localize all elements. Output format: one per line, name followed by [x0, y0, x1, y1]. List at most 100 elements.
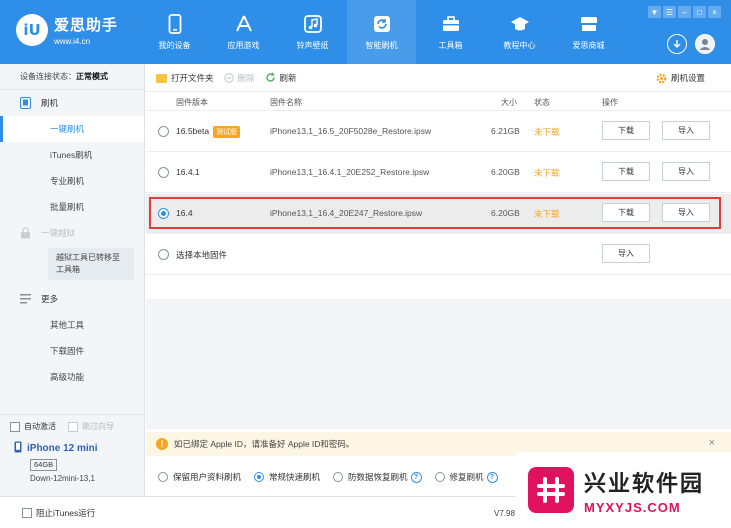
help-icon[interactable]: ?	[486, 471, 498, 483]
table-row[interactable]: 16.4.1 iPhone13,1_16.4.1_20E252_Restore.…	[146, 153, 731, 193]
download-button[interactable]: 下载	[602, 121, 650, 140]
refresh-icon	[265, 72, 276, 83]
table-row-selected[interactable]: 16.4 iPhone13,1_16.4_20E247_Restore.ipsw…	[146, 194, 731, 234]
nav-smart-flash[interactable]: 智能刷机	[347, 0, 416, 64]
close-icon[interactable]: ×	[709, 437, 715, 449]
table-row-local[interactable]: 选择本地固件 导入	[146, 235, 731, 275]
firmware-size: 6.20GB	[491, 167, 520, 177]
device-info: iPhone 12 mini 64GB Down-12mini-13,1	[0, 440, 145, 483]
device-phone-icon	[14, 441, 22, 456]
nav-label: 我的设备	[158, 40, 191, 50]
watermark: 兴业软件园 MYXYJS.COM	[516, 452, 731, 528]
table-header: 固件版本 固件名称 大小 状态 操作	[146, 93, 731, 111]
import-button[interactable]: 导入	[662, 203, 710, 222]
sidebar-item-pro-flash[interactable]: 专业刷机	[0, 168, 144, 194]
jailbreak-note: 越狱工具已转移至工具箱	[48, 248, 134, 280]
store-icon	[579, 14, 599, 34]
dropdown-button[interactable]: ▼	[648, 6, 661, 18]
sidebar-item-one-click-flash[interactable]: 一键刷机	[0, 116, 144, 142]
download-icon[interactable]	[667, 34, 687, 54]
nav-ringtones[interactable]: 铃声壁纸	[278, 0, 347, 64]
lock-icon	[20, 227, 31, 239]
close-button[interactable]: ×	[708, 6, 721, 18]
sidebar-item-itunes-flash[interactable]: iTunes刷机	[0, 142, 144, 168]
music-icon	[303, 14, 323, 34]
sidebar-item-download-firmware[interactable]: 下载固件	[0, 338, 144, 364]
menu-button[interactable]: ☰	[663, 6, 676, 18]
apps-icon	[234, 14, 254, 34]
watermark-logo	[528, 467, 574, 513]
flash-settings-button[interactable]: 刷机设置	[656, 72, 705, 84]
sidebar-item-batch-flash[interactable]: 批量刷机	[0, 194, 144, 220]
status-value: 正常模式	[76, 72, 108, 81]
table-row[interactable]: 16.5beta 测试版 iPhone13,1_16.5_20F5028e_Res…	[146, 112, 731, 152]
phone-icon	[165, 13, 185, 34]
sidebar: 设备连接状态：正常模式 刷机 一键刷机 iTunes刷机 专业刷机 批量刷机 一…	[0, 64, 145, 528]
menu-lines-icon	[20, 293, 31, 305]
sidebar-group-flash[interactable]: 刷机	[0, 90, 144, 116]
nav-label: 爱思商城	[572, 40, 605, 50]
folder-icon	[156, 73, 167, 83]
nav-store[interactable]: 爱思商城	[554, 0, 623, 64]
app-header: iU 爱思助手 www.i4.cn 我的设备 应用游戏 铃声壁纸 智能刷机 工具…	[0, 0, 731, 64]
gear-icon	[656, 73, 667, 84]
download-button[interactable]: 下载	[602, 203, 650, 222]
connection-status: 设备连接状态：正常模式	[0, 64, 144, 90]
block-itunes-checkbox[interactable]: 阻止iTunes运行	[22, 507, 95, 519]
sidebar-group-more[interactable]: 更多	[0, 286, 144, 312]
maximize-button[interactable]: □	[693, 6, 706, 18]
nav-my-device[interactable]: 我的设备	[140, 0, 209, 64]
mode-repair-flash[interactable]: 修复刷机 ?	[434, 471, 498, 483]
watermark-cn: 兴业软件园	[584, 471, 705, 497]
local-firmware-radio[interactable]	[158, 249, 169, 260]
warning-icon: !	[156, 438, 168, 450]
firmware-name: iPhone13,1_16.4_20E247_Restore.ipsw	[270, 208, 423, 218]
refresh-icon	[372, 14, 392, 34]
flash-phone-icon	[20, 97, 31, 109]
mode-anti-recovery[interactable]: 防数据恢复刷机 ?	[333, 471, 422, 483]
download-status: 未下载	[534, 168, 560, 178]
sidebar-item-other-tools[interactable]: 其他工具	[0, 312, 144, 338]
logo-name: 爱思助手	[54, 17, 119, 34]
logo-url: www.i4.cn	[54, 37, 91, 46]
import-button[interactable]: 导入	[662, 121, 710, 140]
nav-label: 工具箱	[438, 40, 463, 50]
toolbox-icon	[441, 14, 461, 34]
firmware-radio[interactable]	[158, 208, 169, 219]
import-button[interactable]: 导入	[662, 162, 710, 181]
auto-activate-checkbox[interactable]: 自动激活	[10, 421, 56, 432]
delete-button: 删除	[223, 72, 255, 84]
nav-apps[interactable]: 应用游戏	[209, 0, 278, 64]
firmware-radio[interactable]	[158, 126, 169, 137]
col-action: 操作	[602, 98, 618, 107]
download-status: 未下载	[534, 127, 560, 137]
delete-icon	[223, 72, 234, 83]
refresh-button[interactable]: 刷新	[265, 72, 297, 84]
mode-keep-data[interactable]: 保留用户资料刷机	[158, 471, 241, 483]
firmware-size: 6.20GB	[491, 208, 520, 218]
minimize-button[interactable]: –	[678, 6, 691, 18]
help-icon[interactable]: ?	[410, 471, 422, 483]
download-status: 未下载	[534, 209, 560, 219]
firmware-radio[interactable]	[158, 167, 169, 178]
local-import-button[interactable]: 导入	[602, 244, 650, 263]
beta-badge: 测试版	[213, 126, 241, 138]
nav-toolbox[interactable]: 工具箱	[416, 0, 485, 64]
skip-guide-checkbox: 跳过向导	[68, 421, 114, 432]
open-folder-button[interactable]: 打开文件夹	[156, 72, 214, 84]
nav-label: 应用游戏	[227, 40, 260, 50]
toolbar: 打开文件夹 删除 刷新	[146, 64, 731, 92]
download-button[interactable]: 下载	[602, 162, 650, 181]
watermark-en: MYXYJS.COM	[584, 499, 681, 515]
device-name: iPhone 12 mini	[27, 442, 98, 454]
app-logo: iU 爱思助手 www.i4.cn	[16, 14, 118, 46]
nav-tutorials[interactable]: 教程中心	[485, 0, 554, 64]
avatar[interactable]	[695, 34, 715, 54]
mode-quick-flash[interactable]: 常规快速刷机	[254, 471, 320, 483]
sidebar-group-jailbreak: 一键越狱	[0, 220, 144, 246]
col-size: 大小	[501, 98, 517, 107]
nav-label: 教程中心	[503, 40, 536, 50]
empty-list-area	[146, 299, 731, 429]
app-version: V7.98	[494, 509, 515, 518]
sidebar-item-advanced[interactable]: 高级功能	[0, 364, 144, 390]
